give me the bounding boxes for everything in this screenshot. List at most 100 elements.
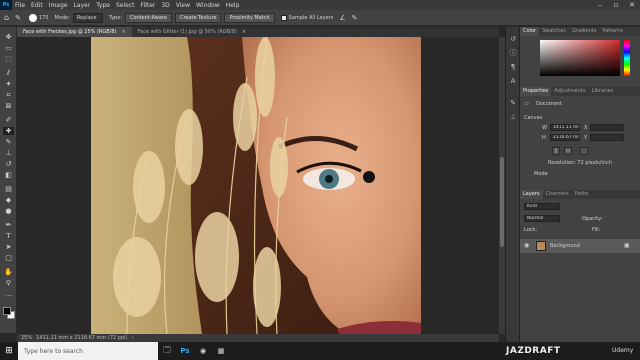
canvas-area[interactable] (17, 37, 499, 334)
tab-channels[interactable]: Channels (543, 190, 572, 199)
history-icon[interactable]: ↺ (509, 35, 517, 43)
photoshop-taskbar-icon[interactable]: Ps (176, 342, 194, 360)
tab-color[interactable]: Color (520, 27, 540, 36)
more-tool-icon[interactable]: … (3, 290, 14, 298)
close-tab-icon[interactable]: × (242, 29, 246, 35)
layers-panel-tabs: Layers Channels Paths (520, 190, 640, 199)
gradient-tool-icon[interactable]: ▤ (3, 185, 14, 193)
taskbar-search-input[interactable]: Type here to search (18, 342, 158, 360)
start-icon[interactable]: ⊞ (0, 342, 18, 360)
info-icon[interactable]: ⓘ (509, 49, 517, 57)
tab-properties[interactable]: Properties (520, 87, 552, 96)
canvas-section-label[interactable]: Canvas (524, 115, 542, 121)
tab-gradients[interactable]: Gradients (569, 27, 599, 36)
close-tab-icon[interactable]: × (122, 29, 126, 35)
clone-stamp-tool-icon[interactable]: ⊥ (3, 149, 14, 157)
width-field[interactable]: 1411.11 mm (550, 124, 580, 131)
tab-face-with-glitter[interactable]: Face with Glitter (1).jpg @ 50% (RGB/8) … (132, 27, 252, 37)
home-icon[interactable]: ⌂ (4, 13, 9, 22)
menu-3d[interactable]: 3D (158, 2, 172, 9)
tab-patterns[interactable]: Patterns (599, 27, 626, 36)
menu-window[interactable]: Window (193, 2, 223, 9)
tab-layers[interactable]: Layers (520, 190, 543, 199)
hand-tool-icon[interactable]: ✋ (3, 268, 14, 276)
menu-edit[interactable]: Edit (28, 2, 46, 9)
paragraph-icon[interactable]: ¶ (509, 63, 517, 71)
foreground-color-swatch[interactable] (3, 307, 11, 315)
lasso-tool-icon[interactable]: ℓ (3, 69, 14, 77)
path-select-tool-icon[interactable]: ➤ (3, 243, 14, 251)
spot-healing-tool-icon[interactable]: ✚ (3, 127, 14, 135)
brush-tool-icon[interactable]: ✎ (3, 138, 14, 146)
status-arrow-icon[interactable]: › (131, 335, 133, 341)
frame-tool-icon[interactable]: ⊠ (3, 102, 14, 110)
quick-select-tool-icon[interactable]: ✦ (3, 80, 14, 88)
blend-mode-select[interactable]: Normal (524, 215, 560, 222)
document-image[interactable] (17, 37, 499, 334)
move-tool-icon[interactable]: ✥ (3, 33, 14, 41)
hue-slider[interactable] (624, 40, 630, 76)
menu-select[interactable]: Select (113, 2, 138, 9)
character-icon[interactable]: A (509, 77, 517, 85)
clone-source-icon[interactable]: ⊥ (509, 113, 517, 121)
angle-icon[interactable]: ∠ (339, 14, 345, 22)
create-texture-button[interactable]: Create Texture (174, 12, 222, 23)
canvas-color-button[interactable] (580, 147, 588, 155)
artboard-tool-icon[interactable]: ▭ (3, 44, 14, 52)
x-field[interactable] (590, 124, 624, 131)
content-aware-button[interactable]: Content-Aware (124, 12, 172, 23)
marquee-tool-icon[interactable]: ⬚ (3, 55, 14, 63)
y-field[interactable] (590, 134, 624, 141)
brushes-icon[interactable]: ✎ (509, 99, 517, 107)
orientation-landscape-button[interactable]: ▭ (564, 147, 572, 155)
menu-filter[interactable]: Filter (138, 2, 159, 9)
type-label: Type: (108, 14, 122, 21)
app-taskbar-icon[interactable]: ▦ (212, 342, 230, 360)
zoom-level[interactable]: 25% (21, 335, 32, 341)
brush-cursor (363, 171, 375, 183)
scrollbar-thumb[interactable] (500, 157, 504, 247)
close-icon[interactable]: ✕ (624, 0, 640, 10)
eyedropper-tool-icon[interactable]: ✐ (3, 116, 14, 124)
eraser-tool-icon[interactable]: ◧ (3, 171, 14, 179)
menu-file[interactable]: File (12, 2, 28, 9)
color-picker-field[interactable] (540, 40, 620, 76)
brush-preset-picker[interactable] (28, 13, 37, 22)
menu-image[interactable]: Image (46, 2, 71, 9)
task-view-icon[interactable]: 🗔 (158, 342, 176, 360)
height-field[interactable]: 2116.67 mm (550, 134, 580, 141)
pressure-icon[interactable]: ✎ (352, 14, 358, 22)
spot-healing-tool-icon[interactable]: ✎ (15, 14, 21, 22)
history-brush-tool-icon[interactable]: ↺ (3, 160, 14, 168)
blur-tool-icon[interactable]: ◆ (3, 196, 14, 204)
rectangle-tool-icon[interactable]: □ (3, 254, 14, 262)
orientation-portrait-button[interactable]: ▯ (552, 147, 560, 155)
pen-tool-icon[interactable]: ✒ (3, 221, 14, 229)
layer-row-background[interactable]: ◉ Background ▣ (520, 239, 640, 253)
layer-name[interactable]: Background (550, 243, 580, 249)
browser-taskbar-icon[interactable]: ◉ (194, 342, 212, 360)
color-panel-tabs: Color Swatches Gradients Patterns (520, 27, 640, 36)
tab-libraries[interactable]: Libraries (589, 87, 617, 96)
sample-all-layers-checkbox[interactable] (280, 14, 287, 21)
tab-face-with-freckles[interactable]: Face with Freckes.jpg @ 25% (RGB/8) × (17, 27, 132, 37)
visibility-eye-icon[interactable]: ◉ (524, 242, 529, 249)
menu-type[interactable]: Type (93, 2, 113, 9)
jazdraft-watermark: JAZDRAFT (506, 346, 561, 356)
zoom-tool-icon[interactable]: ⚲ (3, 279, 14, 287)
type-tool-icon[interactable]: T (3, 232, 14, 240)
layer-kind-filter[interactable]: Kind (524, 203, 560, 210)
tab-paths[interactable]: Paths (572, 190, 592, 199)
menu-layer[interactable]: Layer (70, 2, 93, 9)
crop-tool-icon[interactable]: ⌗ (3, 91, 14, 99)
tab-swatches[interactable]: Swatches (539, 27, 569, 36)
proximity-match-button[interactable]: Proximity Match (224, 12, 275, 23)
maximize-icon[interactable]: ▫ (608, 0, 624, 10)
dodge-tool-icon[interactable]: ● (3, 207, 14, 215)
tab-adjustments[interactable]: Adjustments (551, 87, 588, 96)
mode-select[interactable]: Replace (72, 12, 103, 23)
minimize-icon[interactable]: – (592, 0, 608, 10)
menu-help[interactable]: Help (223, 2, 243, 9)
menu-view[interactable]: View (173, 2, 193, 9)
y-label: Y (584, 135, 588, 141)
